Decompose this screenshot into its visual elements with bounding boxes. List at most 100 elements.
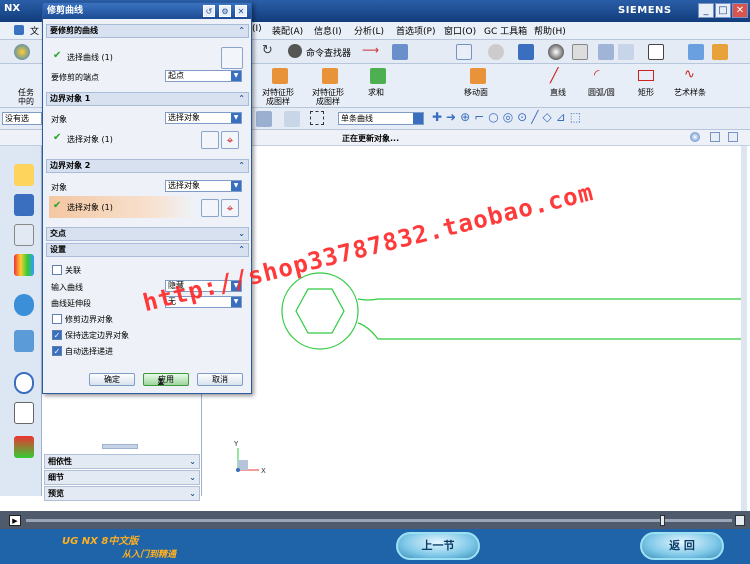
maximize-button[interactable]: □ [715,3,731,18]
spline-label[interactable]: 艺术样条 [674,88,706,97]
edit-object-icon[interactable] [392,44,408,60]
menu-window[interactable]: 窗口(O) [444,24,476,37]
ok-button[interactable]: 确定 [89,373,135,386]
object-combo-2[interactable]: 选择对象 ▼ [165,180,242,192]
spline-icon[interactable]: ∿ [684,67,695,82]
part-navigator-icon[interactable] [14,224,34,246]
roles-icon[interactable] [14,436,34,458]
unite-icon[interactable] [370,68,386,84]
rectangle-icon[interactable] [638,70,654,81]
palette-icon[interactable] [14,254,34,276]
group-boundary-1[interactable]: 边界对象 1 ⌃ [46,92,249,106]
view-icon[interactable] [728,132,738,142]
show-hide-icon[interactable] [618,44,634,60]
line-label[interactable]: 直线 [550,88,566,97]
box-select-icon[interactable] [310,111,324,125]
orient-icon[interactable] [688,44,704,60]
dialog-settings-icon[interactable]: ⚙ [219,5,231,17]
menu-assembly[interactable]: 装配(A) [272,24,303,37]
command-finder-icon[interactable] [288,44,302,58]
globe-icon[interactable] [690,132,700,142]
curve-selector-icon[interactable] [221,47,243,69]
view-orient-icon[interactable] [456,44,472,60]
dependencies-section[interactable]: 相依性 ⌄ [44,454,200,469]
dialog-close-icon[interactable]: ✕ [235,5,247,17]
frame-icon[interactable] [648,44,664,60]
preview-section[interactable]: 预览 ⌄ [44,486,200,501]
collapse-icon[interactable]: ⌃ [238,160,245,172]
selection-arrow-icon[interactable]: ⟶ [362,43,379,57]
object-combo-1[interactable]: 选择对象 ▼ [165,112,242,124]
wire-icon[interactable] [572,44,588,60]
arc-icon[interactable]: ◜ [594,67,599,83]
menu-file[interactable]: 文 [30,24,39,37]
close-window-button[interactable]: ✕ [732,3,748,18]
graphics-window[interactable]: Y X [203,146,747,511]
group-intersection[interactable]: 交点 ⌄ [46,227,249,241]
tools-icon[interactable] [712,44,728,60]
cancel-button[interactable]: 取消 [197,373,243,386]
keep-selected-checkbox[interactable]: ✓ [52,330,62,340]
select-curve-label[interactable]: 选择曲线 (1) [67,52,113,63]
deselect-icon[interactable] [284,111,300,127]
menu-insert[interactable]: (I) [252,24,262,34]
endpoint-combo[interactable]: 起点 ▼ [165,70,242,82]
system-materials-icon[interactable] [14,402,34,424]
menu-preferences[interactable]: 首选项(P) [396,24,435,37]
auto-select-checkbox[interactable]: ✓ [52,346,62,356]
point-dialog-icon[interactable] [201,131,219,149]
menu-help[interactable]: 帮助(H) [534,24,566,37]
apply-button[interactable]: 应用 [143,373,189,386]
select-all-icon[interactable] [256,111,272,127]
pattern-feature-label[interactable]: 对特征形 成图样 [262,88,294,106]
associative-checkbox[interactable] [52,265,62,275]
menu-info[interactable]: 信息(I) [314,24,342,37]
command-finder-label[interactable]: 命令查找器 [306,46,351,59]
constraint-navigator-icon[interactable] [14,194,34,216]
full-screen-icon[interactable] [710,132,720,142]
web-browser-icon[interactable] [14,294,34,316]
play-icon[interactable]: ▶ [9,515,21,526]
crosshair-icon[interactable]: ⌖ [221,131,239,149]
canvas-scrollbar[interactable] [741,146,747,511]
point-dialog-icon[interactable] [201,199,219,217]
arc-label[interactable]: 圆弧/圆 [588,88,615,97]
menu-analysis[interactable]: 分析(L) [354,24,384,37]
progress-track[interactable] [26,519,732,522]
collapse-icon[interactable]: ⌃ [238,244,245,256]
pattern-feature2-icon[interactable] [322,68,338,84]
expand-icon[interactable]: ⌄ [238,228,245,240]
shading-icon[interactable] [548,44,564,60]
back-button[interactable]: 返 回 [640,532,724,560]
menu-gc-toolbox[interactable]: GC 工具箱 [484,24,527,37]
clock-icon[interactable] [14,372,34,394]
collapse-icon[interactable]: ⌃ [238,93,245,105]
group-curve-to-trim[interactable]: 要修剪的曲线 ⌃ [46,24,249,38]
previous-section-button[interactable]: 上一节 [396,532,480,560]
details-section[interactable]: 细节 ⌄ [44,470,200,485]
select-object-2-label[interactable]: 选择对象 (1) [67,202,113,213]
progress-thumb[interactable] [660,515,665,526]
type-filter-combo[interactable]: 没有选 [2,112,42,125]
dialog-reset-icon[interactable]: ↺ [203,5,215,17]
collapse-icon[interactable]: ⌃ [238,25,245,37]
assembly-navigator-icon[interactable] [14,164,34,186]
minimize-button[interactable]: _ [698,3,714,18]
crosshair-icon[interactable]: ⌖ [221,199,239,217]
move-face-icon[interactable] [470,68,486,84]
redo-icon[interactable]: ↻ [262,43,273,58]
pattern-feature2-label[interactable]: 对特征形 成图样 [312,88,344,106]
sphere-view-icon[interactable] [488,44,504,60]
move-face-label[interactable]: 移动面 [464,88,488,97]
line-icon[interactable]: ╱ [550,68,558,84]
cube-view-icon[interactable] [518,44,534,60]
layer-icon[interactable] [598,44,614,60]
pattern-feature-icon[interactable] [272,68,288,84]
trim-boundary-checkbox[interactable] [52,314,62,324]
select-object-1-label[interactable]: 选择对象 (1) [67,134,113,145]
snap-point-icons[interactable]: ✚➜⊕⌐○◎⊙╱◇⊿⬚ [432,110,585,124]
task-label[interactable]: 任务 中的 [18,88,34,106]
group-settings[interactable]: 设置 ⌃ [46,243,249,257]
rectangle-label[interactable]: 矩形 [638,88,654,97]
unite-label[interactable]: 求和 [368,88,384,97]
